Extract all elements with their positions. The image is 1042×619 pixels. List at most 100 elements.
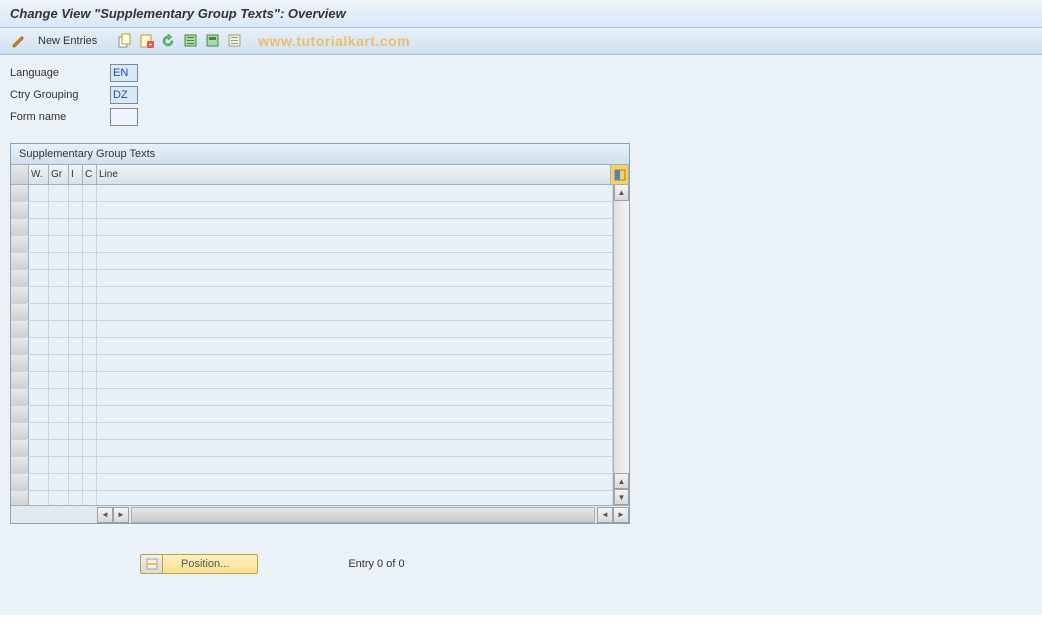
row-selector[interactable] xyxy=(11,355,29,371)
cell-i[interactable] xyxy=(69,406,83,422)
scroll-up-end-button[interactable]: ▲ xyxy=(614,473,629,489)
scroll-up-button[interactable]: ▲ xyxy=(614,185,629,201)
language-field[interactable] xyxy=(110,64,138,82)
table-row[interactable] xyxy=(11,219,613,236)
cell-line[interactable] xyxy=(97,270,613,286)
cell-c[interactable] xyxy=(83,219,97,235)
cell-line[interactable] xyxy=(97,219,613,235)
table-settings-button[interactable] xyxy=(611,165,629,184)
toggle-display-change-icon[interactable] xyxy=(10,32,28,50)
cell-i[interactable] xyxy=(69,321,83,337)
cell-gr[interactable] xyxy=(49,372,69,388)
cell-w[interactable] xyxy=(29,355,49,371)
cell-w[interactable] xyxy=(29,440,49,456)
vertical-scrollbar[interactable]: ▲ ▲ ▼ xyxy=(613,185,629,505)
row-selector[interactable] xyxy=(11,457,29,473)
table-row[interactable] xyxy=(11,185,613,202)
cell-gr[interactable] xyxy=(49,304,69,320)
cell-line[interactable] xyxy=(97,406,613,422)
cell-w[interactable] xyxy=(29,236,49,252)
cell-c[interactable] xyxy=(83,185,97,201)
cell-line[interactable] xyxy=(97,338,613,354)
row-selector[interactable] xyxy=(11,491,29,505)
cell-w[interactable] xyxy=(29,406,49,422)
delete-icon[interactable] xyxy=(138,32,156,50)
table-row[interactable] xyxy=(11,389,613,406)
cell-gr[interactable] xyxy=(49,219,69,235)
cell-gr[interactable] xyxy=(49,338,69,354)
cell-gr[interactable] xyxy=(49,457,69,473)
cell-gr[interactable] xyxy=(49,202,69,218)
table-row[interactable] xyxy=(11,253,613,270)
row-selector[interactable] xyxy=(11,236,29,252)
cell-gr[interactable] xyxy=(49,236,69,252)
table-row[interactable] xyxy=(11,457,613,474)
table-row[interactable] xyxy=(11,406,613,423)
row-selector[interactable] xyxy=(11,406,29,422)
cell-w[interactable] xyxy=(29,287,49,303)
cell-line[interactable] xyxy=(97,287,613,303)
cell-line[interactable] xyxy=(97,389,613,405)
table-row[interactable] xyxy=(11,355,613,372)
cell-gr[interactable] xyxy=(49,474,69,490)
row-selector[interactable] xyxy=(11,338,29,354)
cell-gr[interactable] xyxy=(49,355,69,371)
cell-gr[interactable] xyxy=(49,491,69,505)
cell-i[interactable] xyxy=(69,219,83,235)
position-button[interactable]: Position... xyxy=(140,554,258,574)
scroll-right-step-button[interactable]: ► xyxy=(113,507,129,523)
cell-c[interactable] xyxy=(83,423,97,439)
row-selector[interactable] xyxy=(11,474,29,490)
cell-i[interactable] xyxy=(69,423,83,439)
cell-line[interactable] xyxy=(97,253,613,269)
cell-w[interactable] xyxy=(29,253,49,269)
cell-i[interactable] xyxy=(69,202,83,218)
cell-c[interactable] xyxy=(83,321,97,337)
cell-i[interactable] xyxy=(69,389,83,405)
table-row[interactable] xyxy=(11,321,613,338)
table-row[interactable] xyxy=(11,202,613,219)
cell-c[interactable] xyxy=(83,474,97,490)
cell-w[interactable] xyxy=(29,202,49,218)
cell-line[interactable] xyxy=(97,457,613,473)
row-selector[interactable] xyxy=(11,287,29,303)
column-header-gr[interactable]: Gr xyxy=(49,165,69,184)
cell-c[interactable] xyxy=(83,270,97,286)
cell-c[interactable] xyxy=(83,236,97,252)
cell-w[interactable] xyxy=(29,270,49,286)
hscroll-track[interactable] xyxy=(131,507,595,523)
row-selector[interactable] xyxy=(11,202,29,218)
cell-line[interactable] xyxy=(97,440,613,456)
row-selector[interactable] xyxy=(11,440,29,456)
new-entries-button[interactable]: New Entries xyxy=(32,33,103,49)
ctry-grouping-field[interactable] xyxy=(110,86,138,104)
cell-c[interactable] xyxy=(83,491,97,505)
row-selector[interactable] xyxy=(11,423,29,439)
cell-c[interactable] xyxy=(83,389,97,405)
table-row[interactable] xyxy=(11,270,613,287)
cell-i[interactable] xyxy=(69,287,83,303)
cell-w[interactable] xyxy=(29,304,49,320)
scroll-down-button[interactable]: ▼ xyxy=(614,489,629,505)
cell-c[interactable] xyxy=(83,253,97,269)
cell-gr[interactable] xyxy=(49,321,69,337)
cell-line[interactable] xyxy=(97,202,613,218)
hscroll-thumb[interactable] xyxy=(132,508,594,522)
table-row[interactable] xyxy=(11,372,613,389)
table-row[interactable] xyxy=(11,423,613,440)
form-name-field[interactable] xyxy=(110,108,138,126)
row-selector[interactable] xyxy=(11,219,29,235)
cell-gr[interactable] xyxy=(49,406,69,422)
cell-i[interactable] xyxy=(69,372,83,388)
cell-gr[interactable] xyxy=(49,440,69,456)
scroll-left-end-button[interactable]: ◄ xyxy=(597,507,613,523)
column-header-c[interactable]: C xyxy=(83,165,97,184)
deselect-all-icon[interactable] xyxy=(226,32,244,50)
cell-i[interactable] xyxy=(69,185,83,201)
column-header-w[interactable]: W. xyxy=(29,165,49,184)
cell-i[interactable] xyxy=(69,304,83,320)
cell-line[interactable] xyxy=(97,491,613,505)
undo-change-icon[interactable] xyxy=(160,32,178,50)
cell-i[interactable] xyxy=(69,338,83,354)
cell-w[interactable] xyxy=(29,389,49,405)
